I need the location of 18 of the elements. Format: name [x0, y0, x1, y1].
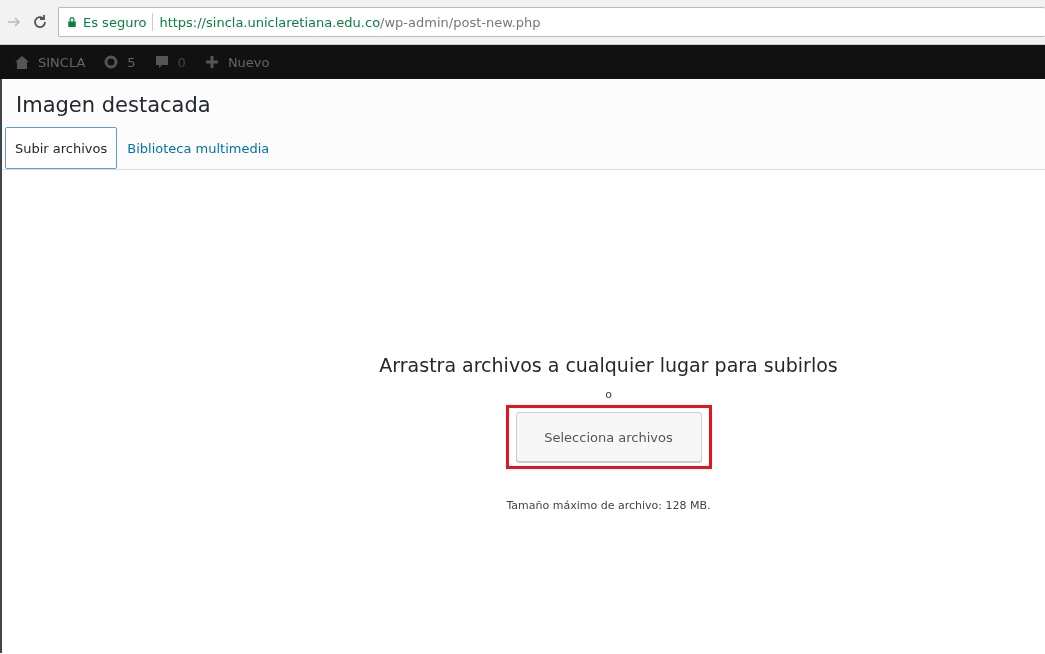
select-files-button[interactable]: Selecciona archivos — [515, 412, 702, 462]
site-name[interactable]: SINCLA — [38, 54, 86, 70]
drop-instructions: Arrastra archivos a cualquier lugar para subirlos — [379, 354, 838, 376]
lock-icon — [67, 16, 77, 28]
modal-title: Imagen destacada — [15, 92, 212, 119]
tab[interactable]: Biblioteca multimedia — [117, 127, 280, 169]
updates-count[interactable]: 5 — [127, 54, 136, 70]
comment-icon[interactable] — [153, 54, 170, 70]
max-size-text: Tamaño máximo de archivo: 128 MB. — [506, 499, 711, 512]
reload-icon[interactable] — [32, 14, 48, 30]
new-link[interactable]: Nuevo — [227, 54, 270, 70]
url-text: https://sincla.uniclaretiana.edu.co/wp-admin/post-new.php — [159, 14, 541, 30]
secure-label: Es seguro — [83, 14, 147, 30]
plus-icon[interactable] — [203, 54, 220, 70]
tab[interactable]: Subir archivos — [5, 127, 118, 169]
address-bar[interactable]: Es seguro https://sincla.uniclaretiana.edu.co/wp-admin/post-new.php — [58, 7, 1045, 37]
home-icon[interactable] — [14, 54, 30, 70]
or-text: o — [605, 388, 612, 401]
